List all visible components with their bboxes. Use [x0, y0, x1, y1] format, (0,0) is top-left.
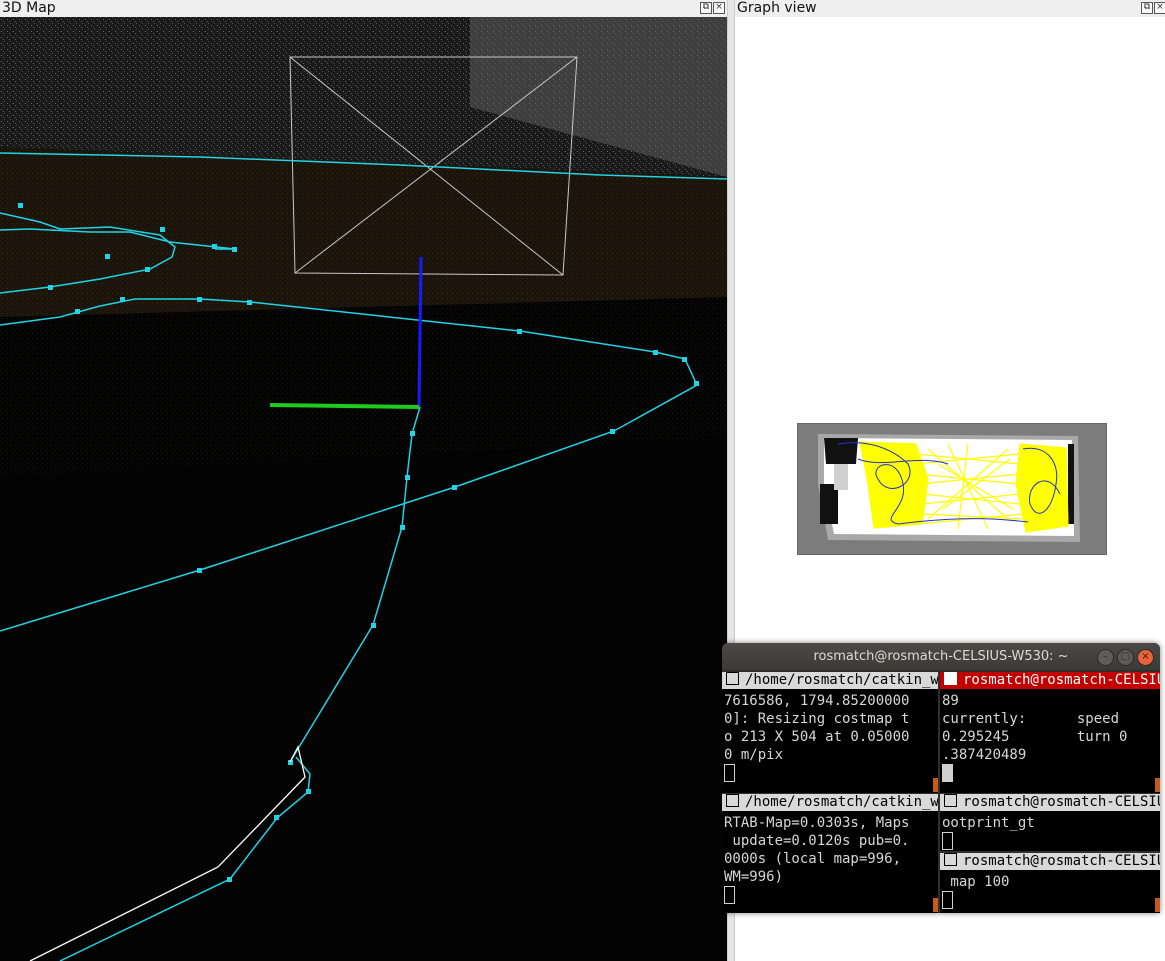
terminal-window[interactable]: rosmatch@rosmatch-CELSIUS-W530: ~ – □ × …	[722, 643, 1160, 913]
axis-y-line	[269, 403, 420, 409]
pane-2-header[interactable]: rosmatch@rosmatch-CELSIU	[940, 672, 1160, 689]
graph-map-canvas	[798, 424, 1106, 554]
axis-z-line	[417, 256, 423, 408]
pane-menu-icon[interactable]	[944, 853, 957, 866]
pane-3-output: RTAB-Map=0.0303s, Maps update=0.0120s pu…	[724, 814, 936, 906]
pane-1-output: 7616586, 1794.85200000 0]: Resizing costm…	[724, 692, 936, 784]
pane-menu-icon[interactable]	[944, 794, 957, 807]
terminal-titlebar[interactable]: rosmatch@rosmatch-CELSIUS-W530: ~ – □ ×	[722, 643, 1160, 670]
minimize-button[interactable]: –	[1097, 649, 1114, 666]
pane-3-header[interactable]: /home/rosmatch/catkin_ws	[722, 794, 938, 811]
pane-4-cursor	[942, 832, 953, 850]
terminal-pane-2[interactable]: rosmatch@rosmatch-CELSIU 89 currently: sp…	[940, 672, 1160, 793]
pane-2-cursor	[942, 764, 953, 782]
pane-2-scroll-marker	[1155, 778, 1160, 792]
map3d-close-button[interactable]: ×	[713, 2, 725, 14]
map3d-title: 3D Map	[2, 0, 56, 17]
pane-5-output: map 100	[942, 873, 1158, 911]
map3d-scene	[0, 17, 727, 961]
close-button[interactable]: ×	[1137, 649, 1154, 666]
graph-float-button[interactable]: ⧉	[1141, 2, 1153, 14]
pane-5-cursor	[942, 891, 953, 909]
pane-2-output: 89 currently: speed 0.295245 turn 0.387420…	[942, 692, 1158, 784]
terminal-pane-4[interactable]: rosmatch@rosmatch-CELSIU ootprint_gt	[940, 794, 1160, 851]
pane-4-output: ootprint_gt	[942, 814, 1158, 851]
terminal-pane-1[interactable]: /home/rosmatch/catkin_ws 7616586, 1794.8…	[722, 672, 938, 793]
pane-1-cursor	[724, 764, 735, 782]
pane-1-header[interactable]: /home/rosmatch/catkin_ws	[722, 672, 938, 689]
pane-4-header[interactable]: rosmatch@rosmatch-CELSIU	[940, 794, 1160, 811]
terminal-title: rosmatch@rosmatch-CELSIUS-W530: ~	[813, 649, 1069, 664]
graph-close-button[interactable]: ×	[1154, 2, 1165, 14]
terminal-pane-3[interactable]: /home/rosmatch/catkin_ws RTAB-Map=0.0303…	[722, 794, 938, 913]
pane-3-scroll-marker	[933, 898, 938, 912]
pane-menu-icon[interactable]	[944, 672, 957, 685]
map3d-float-button[interactable]: ⧉	[700, 2, 712, 14]
pane-menu-icon[interactable]	[726, 672, 739, 685]
pane-5-header[interactable]: rosmatch@rosmatch-CELSIU	[940, 853, 1160, 870]
map3d-viewport[interactable]	[0, 17, 727, 961]
pane-1-scroll-marker	[933, 778, 938, 792]
pane-3-cursor	[724, 886, 735, 904]
graph-occupancy-map[interactable]	[797, 423, 1107, 555]
terminal-pane-5[interactable]: rosmatch@rosmatch-CELSIU map 100	[940, 853, 1160, 913]
pane-5-scroll-marker	[1155, 898, 1160, 912]
maximize-button[interactable]: □	[1117, 649, 1134, 666]
pane-menu-icon[interactable]	[726, 794, 739, 807]
graph-title: Graph view	[737, 0, 817, 17]
